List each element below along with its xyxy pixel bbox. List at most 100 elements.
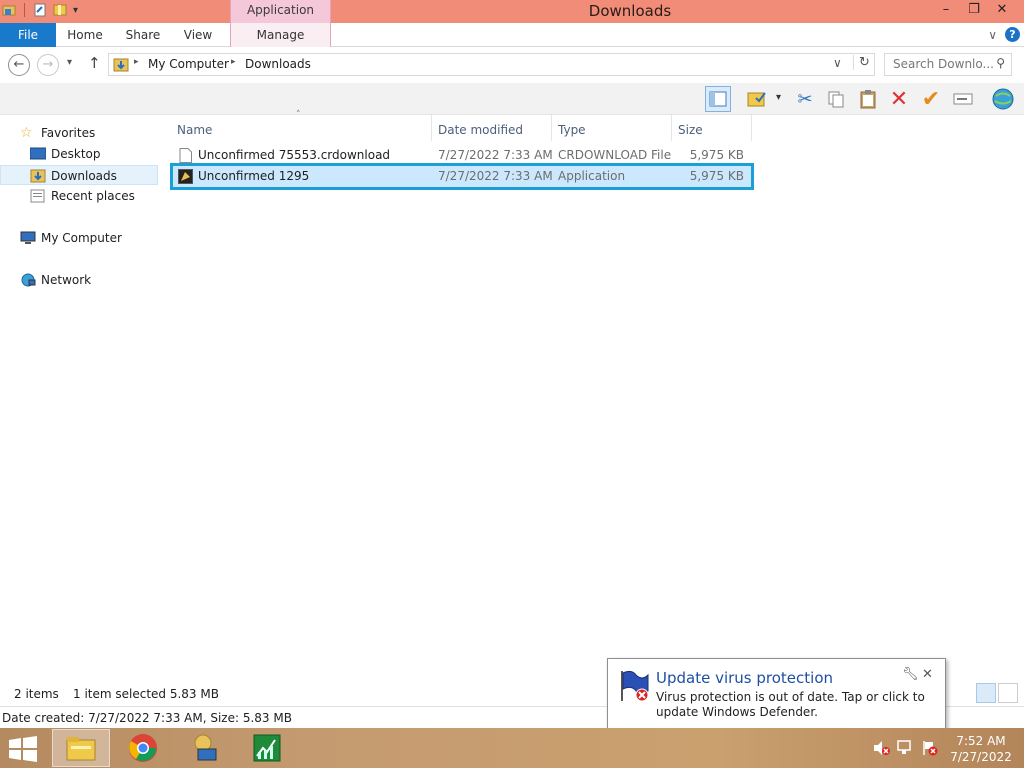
tab-manage[interactable]: Manage (230, 23, 331, 47)
column-header-name[interactable]: Name (177, 119, 427, 141)
nav-recent-places[interactable]: Recent places (0, 186, 158, 206)
close-button[interactable]: ✕ (988, 0, 1016, 22)
column-divider[interactable] (671, 115, 672, 141)
scissors-icon: ✂ (797, 88, 813, 110)
file-size: 5,975 KB (689, 169, 744, 183)
delete-button[interactable]: ✕ (886, 86, 912, 112)
tab-share[interactable]: Share (118, 23, 168, 47)
nav-desktop-label: Desktop (51, 147, 101, 161)
taskbar-file-explorer[interactable] (52, 729, 110, 767)
downloads-folder-icon (113, 58, 129, 72)
downloads-icon (30, 169, 46, 183)
file-row[interactable]: Unconfirmed 75553.crdownload 7/27/2022 7… (173, 145, 751, 166)
recent-places-icon (30, 189, 45, 203)
maximize-button[interactable]: ❐ (960, 0, 988, 22)
notification-title: Update virus protection (656, 669, 834, 687)
properties-icon[interactable] (33, 3, 47, 17)
nav-my-computer[interactable]: My Computer (0, 228, 158, 248)
nav-desktop[interactable]: Desktop (0, 144, 158, 164)
back-button[interactable]: ← (8, 54, 30, 76)
column-header-type[interactable]: Type (558, 119, 668, 141)
nav-recent-label: Recent places (51, 189, 135, 203)
nav-network-label: Network (41, 273, 92, 287)
taskbar: 7:52 AM 7/27/2022 (0, 728, 1024, 768)
title-bar: ▾ Application Tools Downloads – ❐ ✕ (0, 0, 1024, 37)
help-icon[interactable]: ? (1005, 27, 1020, 42)
nav-downloads[interactable]: Downloads (0, 165, 158, 185)
search-icon[interactable]: ⚲ (996, 56, 1005, 70)
file-explorer-icon (66, 737, 96, 761)
clipboard-icon (860, 90, 876, 109)
column-header-date[interactable]: Date modified (438, 119, 548, 141)
nav-favorites-label: Favorites (41, 126, 96, 140)
toolbar-dropdown-icon[interactable]: ▾ (776, 92, 781, 103)
file-name: Unconfirmed 1295 (198, 169, 310, 183)
taskbar-network-app[interactable] (176, 729, 234, 767)
tab-view[interactable]: View (175, 23, 221, 47)
qat-dropdown-icon[interactable]: ▾ (73, 5, 78, 16)
address-bar[interactable]: ▸ My Computer ▸ Downloads ∨ ↻ (108, 53, 875, 76)
task-manager-icon (253, 734, 281, 762)
window-title: Downloads (588, 2, 672, 20)
large-icons-view-icon[interactable] (998, 683, 1018, 703)
item-count: 2 items (14, 687, 59, 701)
windows-start-icon[interactable] (8, 736, 38, 762)
search-box[interactable]: Search Downlo... ⚲ (884, 53, 1012, 76)
taskbar-task-manager[interactable] (238, 729, 296, 767)
layout-icon (709, 91, 727, 107)
network-globe-button[interactable] (990, 86, 1016, 112)
column-header-size[interactable]: Size (678, 119, 748, 141)
preview-pane-button[interactable] (705, 86, 731, 112)
network-tray-icon[interactable] (897, 740, 915, 756)
taskbar-chrome[interactable] (114, 729, 172, 767)
forward-button[interactable]: → (37, 54, 59, 76)
nav-favorites[interactable]: ☆ Favorites (0, 123, 158, 143)
nav-computer-label: My Computer (41, 231, 122, 245)
breadcrumb-downloads[interactable]: Downloads (245, 57, 311, 71)
minimize-button[interactable]: – (932, 0, 960, 22)
file-type: Application (558, 169, 626, 183)
file-row-selected[interactable]: Unconfirmed 1295 7/27/2022 7:33 AM Appli… (170, 163, 754, 190)
file-list: ˄ Name Date modified Type Size Unconfirm… (170, 110, 1024, 680)
breadcrumb-separator-icon: ▸ (134, 57, 139, 67)
column-divider[interactable] (551, 115, 552, 141)
details-view-icon[interactable] (976, 683, 996, 703)
nav-downloads-label: Downloads (51, 169, 117, 183)
tab-home[interactable]: Home (60, 23, 110, 47)
volume-muted-icon[interactable] (872, 740, 890, 756)
folder-options-button[interactable] (744, 86, 770, 112)
defender-notification[interactable]: Update virus protection Virus protection… (607, 658, 946, 730)
breadcrumb-my-computer[interactable]: My Computer (148, 57, 229, 71)
cut-button[interactable]: ✂ (792, 86, 818, 112)
expand-ribbon-icon[interactable]: ∨ (988, 28, 997, 42)
separator (24, 3, 25, 17)
refresh-icon[interactable]: ↻ (853, 55, 870, 70)
column-divider[interactable] (751, 115, 752, 141)
copy-icon (828, 91, 844, 108)
tab-file[interactable]: File (0, 23, 56, 47)
ribbon-controls: ∨ ? (988, 27, 1020, 42)
window-controls: – ❐ ✕ (932, 0, 1016, 22)
rename-button[interactable] (950, 86, 976, 112)
ribbon-tabs: File Home Share View Manage ∨ ? (0, 23, 1024, 47)
new-folder-icon[interactable] (53, 3, 67, 17)
up-arrow-icon[interactable]: ↑ (88, 54, 101, 72)
select-button[interactable]: ✔ (918, 86, 944, 112)
notification-close-icon[interactable]: ✕ (922, 667, 933, 682)
network-icon (21, 273, 36, 287)
paste-button[interactable] (855, 86, 881, 112)
column-divider[interactable] (431, 115, 432, 141)
address-dropdown-icon[interactable]: ∨ (833, 56, 842, 70)
copy-button[interactable] (823, 86, 849, 112)
system-clock[interactable]: 7:52 AM 7/27/2022 (948, 733, 1014, 765)
quick-access-toolbar: ▾ (2, 3, 78, 17)
settings-wrench-icon[interactable]: 🔧︎ (902, 667, 919, 682)
folder-icon[interactable] (2, 3, 16, 17)
file-name: Unconfirmed 75553.crdownload (198, 148, 391, 162)
computer-icon (20, 231, 36, 244)
nav-network[interactable]: Network (0, 270, 158, 290)
application-icon (178, 169, 193, 184)
recent-locations-icon[interactable]: ▾ (67, 57, 72, 68)
network-app-icon (194, 734, 217, 761)
action-center-alert-icon[interactable] (921, 740, 939, 756)
